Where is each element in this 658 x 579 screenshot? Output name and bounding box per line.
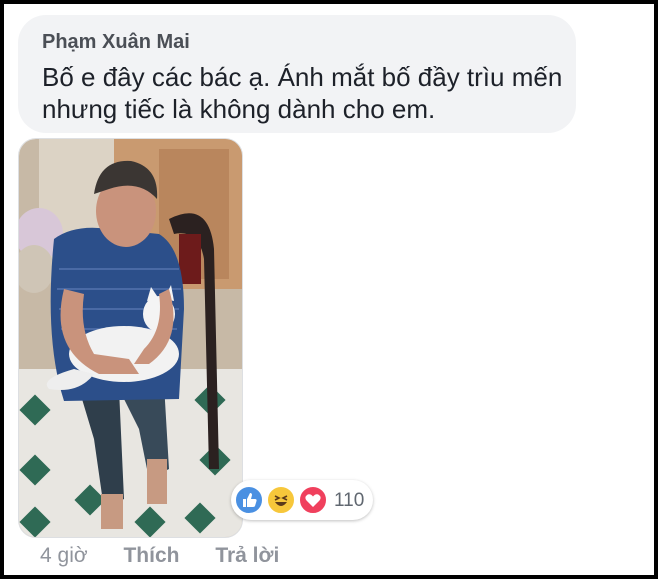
love-icon [298, 485, 328, 515]
reaction-summary[interactable]: 110 [231, 480, 373, 520]
photo-illustration [19, 139, 242, 537]
comment-author[interactable]: Phạm Xuân Mai [42, 31, 190, 54]
like-button[interactable]: Thích [123, 544, 179, 568]
comment-actions: 4 giờ Thích Trả lời [40, 544, 279, 568]
like-icon [234, 485, 264, 515]
comment-text: Bố e đây các bác ạ. Ánh mắt bố đầy trìu … [42, 62, 563, 124]
comment-photo[interactable] [18, 138, 243, 538]
reaction-count: 110 [334, 490, 365, 511]
comment-card: Phạm Xuân Mai Bố e đây các bác ạ. Ánh mắ… [4, 4, 654, 575]
reply-button[interactable]: Trả lời [215, 544, 279, 568]
haha-icon [266, 485, 296, 515]
comment-timestamp[interactable]: 4 giờ [40, 544, 88, 568]
